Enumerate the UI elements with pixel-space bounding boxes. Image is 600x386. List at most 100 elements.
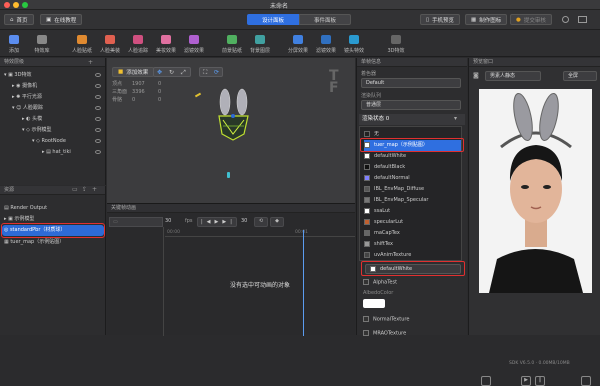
tree-item[interactable]: ▾ ◇ RootNode (32, 136, 104, 147)
scale-icon[interactable]: ⤢ (181, 69, 186, 77)
filter-effect-tool[interactable]: 滤镜效果 (314, 33, 338, 55)
visibility-icon[interactable] (95, 117, 101, 121)
resource-item[interactable]: ▤ Render Output (4, 203, 104, 214)
filter-icon (189, 35, 199, 44)
shader-select[interactable]: Default (361, 78, 461, 88)
preview-panel: 预览窗口 ◙ 男素人静态 全屏 SDK V6.5.0 · 0.00MB/10MB… (468, 58, 600, 386)
texture-option[interactable]: uvAnimTexture (364, 250, 461, 260)
texture-option[interactable]: specularLut (364, 217, 461, 228)
texture-option[interactable]: defaultBlack (364, 162, 461, 173)
tree-item[interactable]: ▾ ☺ 人脸跟踪 (12, 103, 104, 114)
maximize-window-button[interactable] (22, 2, 28, 8)
queue-select[interactable]: 普通层 (361, 100, 461, 110)
library-icon (37, 35, 47, 44)
foreground-sticker-tool[interactable]: 前景贴纸 (220, 33, 244, 55)
texture-option[interactable]: IBL_EnvMap_Specular (364, 195, 461, 206)
model-select[interactable]: 男素人静态 (485, 71, 541, 81)
background-icon (255, 35, 265, 44)
rotate-icon[interactable]: ↻ (169, 69, 174, 76)
loop-icon[interactable]: ⟲ (254, 217, 268, 227)
add-layer-icon[interactable]: + (88, 59, 93, 66)
tab-event[interactable]: 事件面板 (299, 14, 351, 25)
settings-icon[interactable] (581, 376, 591, 386)
texture-option[interactable]: defaultNormal (364, 173, 461, 184)
help-icon[interactable] (562, 16, 569, 23)
folder-icon[interactable]: ▭ (72, 186, 78, 193)
visibility-icon[interactable] (95, 73, 101, 77)
timeline-ruler[interactable]: 00:00 00:01 (165, 230, 355, 237)
pivot-marker (227, 172, 230, 178)
visibility-icon[interactable] (95, 128, 101, 132)
render-state-header[interactable]: 渲染状态 0 (359, 114, 465, 125)
visibility-icon[interactable] (95, 84, 101, 88)
visibility-icon[interactable] (95, 95, 101, 99)
crop-icon[interactable]: ⛶ (203, 69, 207, 77)
mrao-texture-checkbox[interactable]: MRAOTexture (363, 330, 406, 337)
home-button[interactable]: ⌂ 首页 (4, 14, 34, 25)
visibility-icon[interactable] (95, 106, 101, 110)
transform-tools[interactable]: ✥ ↻ ⤢ (153, 67, 191, 77)
texture-option[interactable]: shiftTex (364, 239, 461, 250)
split-screen-tool[interactable]: 分屏效果 (286, 33, 310, 55)
3d-effect-tool[interactable]: 3D特效 (384, 33, 408, 55)
beauty-tool[interactable]: 美妆效果 (154, 33, 178, 55)
import-icon[interactable]: ⇪ (82, 186, 87, 193)
texture-option[interactable]: ssaLut (364, 206, 461, 217)
tree-item[interactable]: ▸ ◐ 头模 (22, 114, 104, 125)
tab-design[interactable]: 设计面板 (247, 14, 299, 25)
play-icon[interactable]: ▶ (521, 376, 531, 386)
effect-library-tool[interactable]: 特效库 (30, 33, 54, 55)
face-track-tool[interactable]: 人脸追踪 (126, 33, 150, 55)
texture-option[interactable]: IBL_EnvMap_Diffuse (364, 184, 461, 195)
visibility-icon[interactable] (95, 150, 101, 154)
pause-icon[interactable]: ‖ (535, 376, 545, 386)
key-icon[interactable]: ◆ (270, 217, 284, 227)
frame-count[interactable]: 30 (165, 218, 171, 224)
bunny-hat-model[interactable] (211, 88, 256, 148)
screenshot-icon[interactable] (481, 376, 491, 386)
tree-item[interactable]: ▸ ✺ 平行光源 (12, 92, 104, 103)
add-resource-icon[interactable]: + (92, 186, 97, 193)
lens-effect-tool[interactable]: 镜头特效 (342, 33, 366, 55)
add-icon (9, 35, 19, 44)
orbit-icon[interactable]: ⟳ (214, 69, 219, 76)
tree-item[interactable]: ▾ ▣ 3D特效 (4, 70, 104, 81)
face-sticker-tool[interactable]: 人脸贴纸 (70, 33, 94, 55)
display-mode-select[interactable]: 全屏 (563, 71, 597, 81)
chevron-down-icon[interactable]: ▾ (454, 115, 457, 122)
albedo-color-swatch[interactable] (363, 299, 385, 308)
view-gizmo[interactable]: TF (329, 69, 349, 95)
move-icon[interactable]: ✥ (157, 69, 162, 76)
alpha-test-checkbox[interactable]: AlphaTest (363, 279, 397, 286)
resource-item[interactable]: ▦ tuer_map（示例贴图） (4, 237, 104, 248)
window-toggle-icon[interactable] (578, 16, 587, 23)
timeline-search[interactable]: ▭ (109, 217, 163, 227)
visibility-icon[interactable] (95, 139, 101, 143)
camera-tools[interactable]: ⛶ ⟳ (199, 67, 223, 77)
face-makeup-tool[interactable]: 人脸美装 (98, 33, 122, 55)
mesh-stats: 顶点 1907 0 三角面 3396 0 骨骼 0 0 (112, 81, 162, 103)
filter-tool[interactable]: 滤镜效果 (182, 33, 206, 55)
add-tool[interactable]: 添加 (2, 33, 26, 55)
tree-item[interactable]: ▾ ◇ 示例模型 (22, 125, 104, 136)
texture-option[interactable]: defaultWhite (364, 151, 461, 162)
phone-preview-button[interactable]: ▯ 手机预览 (420, 14, 461, 25)
hierarchy-panel: 特效层级 + ▾ ▣ 3D特效 ▸ ◉ 摄像机 ▸ ✺ 平行光源 ▾ ☺ 人脸跟… (0, 58, 106, 185)
minimize-window-button[interactable] (13, 2, 19, 8)
close-window-button[interactable] (4, 2, 10, 8)
top-bar: ⌂ 首页 ▣ 在线教程 设计面板 事件面板 ▯ 手机预览 ▦ 制作图标 ● 提交审核 (0, 10, 600, 30)
material-panel: 单帧信息 着色器 Default 渲染队列 普通层 渲染状态 0 ▾ 无 tue… (356, 58, 467, 337)
normal-texture-checkbox[interactable]: NormalTexture (363, 316, 409, 323)
tutorial-button[interactable]: ▣ 在线教程 (40, 14, 83, 25)
background-layer-tool[interactable]: 背景图层 (248, 33, 272, 55)
current-frame[interactable]: 30 (241, 218, 247, 224)
add-effect-button[interactable]: ■ 添加效果 (112, 67, 155, 77)
texture-option[interactable]: maCapTex (364, 228, 461, 239)
empty-timeline-message: 没有选中可动画的对象 (229, 282, 290, 289)
playback-controls[interactable]: |◀▶▶| (197, 217, 237, 227)
tree-item[interactable]: ▸ ◉ 摄像机 (12, 81, 104, 92)
camera-icon[interactable]: ◙ (473, 72, 481, 80)
scene-viewport[interactable]: ■ 添加效果 ✥ ↻ ⤢ ⛶ ⟳ 顶点 1907 0 三角面 3396 0 骨骼 0 0 TF (107, 58, 355, 203)
submit-review-button[interactable]: ● 提交审核 (510, 14, 552, 25)
make-icon-button[interactable]: ▦ 制作图标 (465, 14, 508, 25)
